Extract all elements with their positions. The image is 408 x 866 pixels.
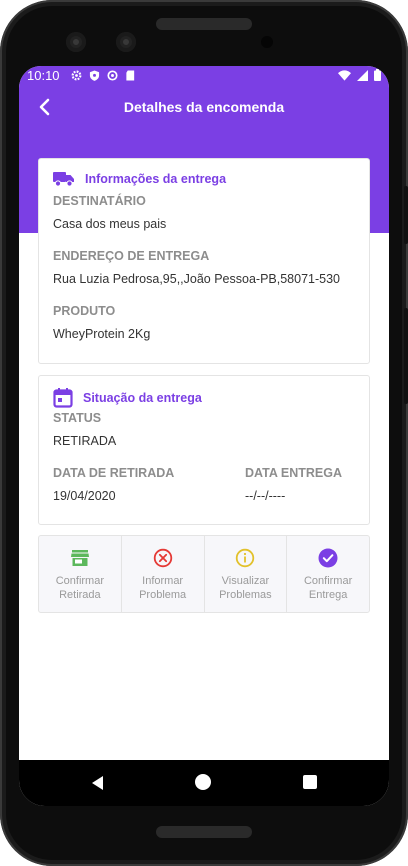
view-problems-label-line2: Problemas: [219, 589, 272, 601]
recents-square-icon[interactable]: [303, 775, 317, 789]
view-problems-label-line1: Visualizar: [221, 575, 270, 587]
pickup-date-label: DATA DE RETIRADA: [53, 466, 175, 480]
gear-icon: [71, 69, 82, 81]
report-problem-label-line2: Problema: [139, 589, 187, 601]
system-nav-bar: [19, 760, 389, 806]
x-circle-icon: [153, 548, 172, 568]
product-value: WheyProtein 2Kg: [53, 327, 151, 341]
screen: 10:10 Detalhes da encomenda Informações …: [19, 66, 389, 806]
store-icon: [70, 550, 89, 566]
confirm-delivery-button[interactable]: Confirmar Entrega: [287, 536, 369, 612]
app-bar: Detalhes da encomenda: [19, 88, 389, 128]
signal-icon: [357, 69, 368, 84]
status-value: RETIRADA: [53, 434, 117, 448]
delivery-info-card: Informações da entrega DESTINATÁRIO Casa…: [38, 158, 370, 364]
recipient-value: Casa dos meus pais: [53, 217, 167, 231]
confirm-delivery-label: Confirmar Entrega: [293, 574, 363, 602]
view-problems-button[interactable]: Visualizar Problemas: [205, 536, 288, 612]
sync-icon: [107, 69, 118, 81]
phone-frame: 10:10 Detalhes da encomenda Informações …: [0, 0, 408, 866]
product-label: PRODUTO: [53, 304, 116, 318]
status-bar: 10:10: [19, 66, 389, 86]
home-circle-icon[interactable]: [195, 774, 211, 790]
power-button: [404, 308, 408, 404]
view-problems-label: Visualizar Problemas: [210, 574, 280, 602]
delivery-status-card: Situação da entrega STATUS RETIRADA DATA…: [38, 375, 370, 525]
bottom-speaker: [156, 826, 252, 838]
confirm-pickup-label-line1: Confirmar: [55, 575, 105, 587]
delivery-status-header: Situação da entrega: [53, 388, 202, 408]
confirm-delivery-label-line1: Confirmar: [303, 575, 353, 587]
delivery-info-title: Informações da entrega: [85, 172, 227, 186]
check-circle-icon: [318, 548, 338, 568]
delivery-info-header: Informações da entrega: [53, 171, 226, 187]
shield-icon: [89, 69, 100, 81]
calendar-icon: [53, 388, 73, 408]
report-problem-label: Informar Problema: [128, 574, 198, 602]
delivery-status-title: Situação da entrega: [83, 391, 202, 405]
pickup-date-value: 19/04/2020: [53, 489, 116, 503]
recipient-label: DESTINATÁRIO: [53, 194, 146, 208]
info-circle-icon: [236, 548, 255, 568]
confirm-delivery-label-line2: Entrega: [308, 589, 348, 601]
status-right-icons: [338, 69, 381, 84]
address-value: Rua Luzia Pedrosa,95,,João Pessoa-PB,580…: [53, 272, 340, 286]
proximity-sensor: [261, 36, 273, 48]
volume-button: [404, 186, 408, 244]
address-label: ENDEREÇO DE ENTREGA: [53, 249, 210, 263]
status-time: 10:10: [27, 68, 60, 83]
report-problem-button[interactable]: Informar Problema: [122, 536, 205, 612]
truck-icon: [53, 172, 74, 187]
page-title: Detalhes da encomenda: [123, 99, 285, 115]
sd-card-icon: [125, 69, 136, 81]
confirm-pickup-label: Confirmar Retirada: [45, 574, 115, 602]
delivery-date-value: --/--/----: [245, 489, 286, 503]
earpiece-speaker: [156, 18, 252, 30]
front-camera-secondary: [116, 32, 136, 52]
wifi-icon: [338, 69, 351, 84]
confirm-pickup-label-line2: Retirada: [59, 589, 101, 601]
battery-icon: [374, 69, 381, 84]
confirm-pickup-button[interactable]: Confirmar Retirada: [39, 536, 122, 612]
action-bar: Confirmar Retirada Informar Problema Vis…: [38, 535, 370, 613]
front-camera: [66, 32, 86, 52]
report-problem-label-line1: Informar: [142, 575, 184, 587]
status-label: STATUS: [53, 411, 102, 425]
delivery-date-label: DATA ENTREGA: [245, 466, 342, 480]
status-left-icons: [71, 69, 136, 81]
back-triangle-icon[interactable]: [89, 774, 107, 792]
